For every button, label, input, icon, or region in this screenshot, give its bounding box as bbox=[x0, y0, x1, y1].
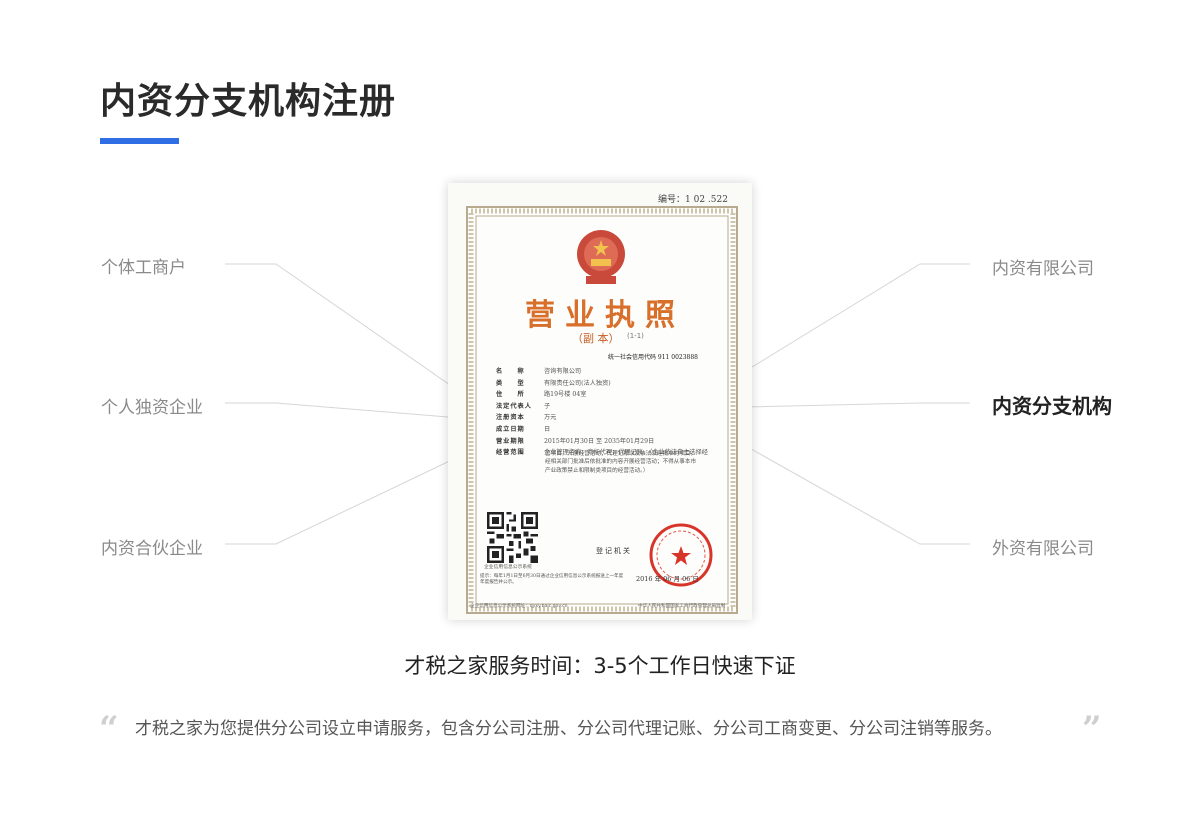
connector-right-1 bbox=[743, 263, 970, 373]
certificate-fields: 名 称 咨询有限公司 类 型 有限责任公司(法人独资) 住 所 路19号楼 04室… bbox=[496, 366, 728, 459]
issue-date: 2016 年 06 月 06 日 bbox=[636, 575, 699, 583]
field-row: 类 型 有限责任公司(法人独资) bbox=[496, 378, 728, 390]
connector-left-2 bbox=[225, 402, 461, 419]
field-row: 成立日期 日 bbox=[496, 424, 728, 436]
category-sole-proprietorship[interactable]: 个人独资企业 bbox=[101, 393, 203, 418]
category-foreign-limited-company[interactable]: 外资有限公司 bbox=[992, 534, 1094, 559]
field-value: 路19号楼 04室 bbox=[544, 391, 587, 399]
certificate-number: 编号：1 02 .522 bbox=[658, 195, 728, 205]
connector-left-1 bbox=[225, 263, 461, 393]
certificate-footer-right: 中华人民共和国国家工商行政管理总局监制 bbox=[638, 604, 726, 609]
business-scope: 营项目，开展经营活动；代理记账以及依法须经批准的项目， 经相关部门批准后依批准的… bbox=[545, 450, 723, 475]
connector-left-3 bbox=[225, 455, 461, 545]
connector-right-3 bbox=[743, 444, 970, 545]
scope-line: 经相关部门批准后依批准的内容开展经营活动；不得从事本市 bbox=[545, 459, 697, 466]
close-quote-icon: ” bbox=[1082, 709, 1102, 749]
qr-caption: 企业信用信息公示系统 bbox=[484, 565, 532, 570]
service-description: 才税之家为您提供分公司设立申请服务，包含分公司注册、分公司代理记账、分公司工商变… bbox=[135, 719, 1002, 739]
field-value: 日 bbox=[544, 425, 551, 433]
field-value: 咨询有限公司 bbox=[544, 368, 582, 375]
category-domestic-branch[interactable]: 内资分支机构 bbox=[992, 390, 1112, 419]
field-label: 经营范围 bbox=[496, 449, 525, 457]
certificate-copy-label: （副 本） bbox=[572, 332, 620, 345]
field-row: 注册资本 万元 bbox=[496, 412, 728, 424]
field-row: 营业期限 2015年01月30日 至 2035年01月29日 bbox=[496, 436, 728, 448]
certificate-footer-left: 企业信用信息公示系统网址：qyxy.baic.gov.cn bbox=[470, 604, 568, 609]
open-quote-icon: “ bbox=[99, 709, 119, 749]
field-label: 法定代表人 bbox=[496, 402, 532, 410]
category-individual-business[interactable]: 个体工商户 bbox=[101, 253, 186, 278]
category-domestic-limited-company[interactable]: 内资有限公司 bbox=[992, 254, 1094, 279]
field-label: 住 所 bbox=[496, 391, 525, 399]
category-domestic-partnership[interactable]: 内资合伙企业 bbox=[101, 534, 203, 559]
national-emblem-icon bbox=[577, 230, 625, 284]
scope-line: 营项目，开展经营活动；代理记账以及依法须经批准的项目， bbox=[545, 451, 697, 457]
field-label: 名 称 bbox=[496, 368, 525, 375]
certificate-note: 提示：每年1月1日至6月30日通过企业信用信息公示系统报送上一年度年度报告并公示… bbox=[480, 574, 624, 586]
field-label: 类 型 bbox=[496, 379, 525, 387]
field-value: 万元 bbox=[544, 414, 557, 422]
connector-right-2 bbox=[743, 402, 970, 408]
field-row: 名 称 咨询有限公司 bbox=[496, 366, 728, 378]
field-value: 2015年01月30日 至 2035年01月29日 bbox=[544, 437, 655, 445]
registration-authority: 登记机关 bbox=[596, 547, 632, 555]
field-row: 法定代表人 子 bbox=[496, 401, 728, 413]
scope-line: 产业政策禁止和限制类项目的经营活动。） bbox=[545, 467, 649, 474]
field-label: 营业期限 bbox=[496, 437, 525, 445]
qr-code-icon bbox=[487, 512, 538, 563]
certificate-copy-sub: (1-1) bbox=[627, 332, 644, 340]
credit-code: 统一社会信用代码 911 0023888 bbox=[608, 354, 698, 361]
field-label: 成立日期 bbox=[496, 425, 525, 433]
certificate-heading: 营业执照 bbox=[525, 298, 685, 333]
field-label: 注册资本 bbox=[496, 414, 525, 422]
field-value: 子 bbox=[544, 402, 551, 410]
service-time: 才税之家服务时间：3-5个工作日快速下证 bbox=[404, 654, 796, 678]
field-value: 有限责任公司(法人独资) bbox=[544, 379, 611, 387]
field-row: 住 所 路19号楼 04室 bbox=[496, 389, 728, 401]
